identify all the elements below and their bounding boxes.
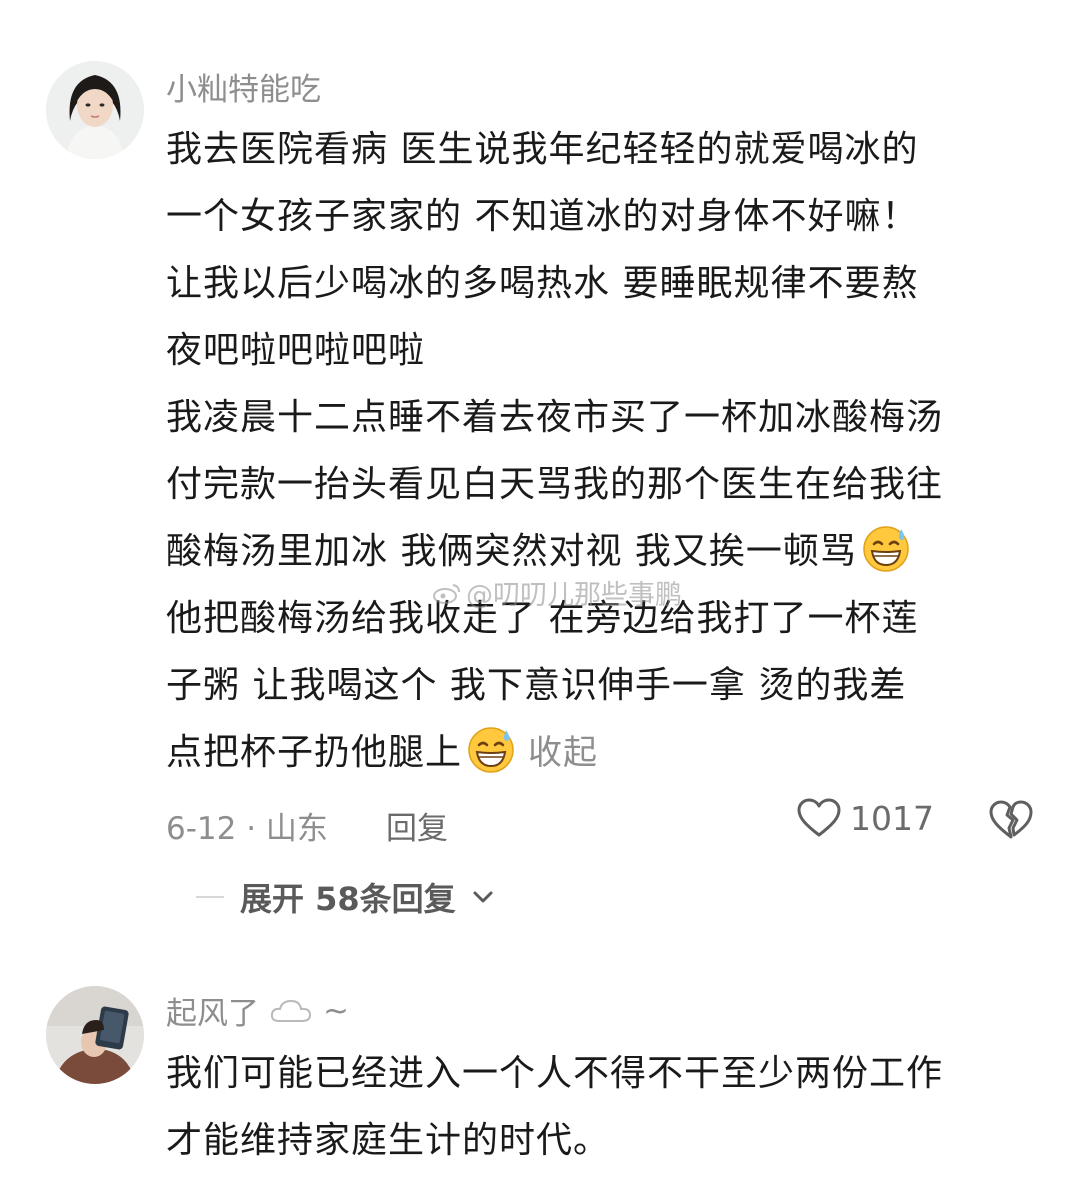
cloud-icon [270, 999, 312, 1022]
comment-meta: 6-12 · 山东 [166, 811, 328, 847]
like-count: 1017 [850, 798, 934, 838]
comment-line: 一个女孩子家家的 不知道冰的对身体不好嘛！ [166, 196, 919, 237]
watermark: @叨叨儿那些事鹏 [432, 573, 682, 612]
weibo-logo-icon [433, 583, 460, 604]
watermark-text: @叨叨儿那些事鹏 [466, 580, 682, 611]
comment-line: 我凌晨十二点睡不着去夜市买了一杯加冰酸梅汤 [166, 397, 944, 438]
comment-text: 我们可能已经进入一个人不得不干至少两份工作 才能维持家庭生计的时代。 [166, 1040, 1036, 1174]
username-suffix: ~ [323, 992, 349, 1029]
comment-username[interactable]: 起风了 ~ [166, 988, 349, 1033]
avatar[interactable] [46, 61, 144, 159]
comment-line: 子粥 让我喝这个 我下意识伸手一拿 烫的我差 [166, 665, 907, 706]
grinning-sweat-emoji [468, 727, 514, 773]
avatar-image [46, 61, 144, 159]
chevron-down-icon [473, 891, 493, 903]
comment-username[interactable]: 小籼特能吃 [166, 64, 321, 109]
grinning-sweat-emoji [863, 526, 909, 572]
reply-button[interactable]: 回复 [386, 803, 448, 848]
avatar[interactable] [46, 986, 144, 1084]
dislike-button[interactable] [988, 799, 1034, 845]
comment-text: 我去医院看病 医生说我年纪轻轻的就爱喝冰的 一个女孩子家家的 不知道冰的对身体不… [166, 116, 1036, 786]
comment-line-text: 点把杯子扔他腿上 [166, 732, 463, 773]
comment-line: 夜吧啦吧啦吧啦 [166, 330, 426, 371]
like-button[interactable]: 1017 [796, 797, 934, 839]
comment-line: 才能维持家庭生计的时代。 [166, 1120, 611, 1161]
comment-line: 付完款一抬头看见白天骂我的那个医生在给我往 [166, 464, 944, 505]
expand-replies-button[interactable]: 展开 58条回复 [196, 874, 494, 920]
collapse-button[interactable]: 收起 [528, 733, 598, 773]
divider [196, 896, 224, 898]
comment-line: 我去医院看病 医生说我年纪轻轻的就爱喝冰的 [166, 129, 919, 170]
heart-icon [797, 798, 841, 837]
comment-line: 让我以后少喝冰的多喝热水 要睡眠规律不要熬 [166, 263, 919, 304]
expand-replies-label: 展开 58条回复 [240, 880, 456, 918]
broken-heart-icon [989, 800, 1033, 839]
comment-line-text: 酸梅汤里加冰 我俩突然对视 我又挨一顿骂 [166, 531, 857, 572]
comment-line: 点把杯子扔他腿上 收起 [166, 719, 1036, 786]
comment-username-text: 起风了 [166, 996, 259, 1032]
avatar-image [46, 986, 144, 1084]
comment-line: 我们可能已经进入一个人不得不干至少两份工作 [166, 1053, 944, 1094]
